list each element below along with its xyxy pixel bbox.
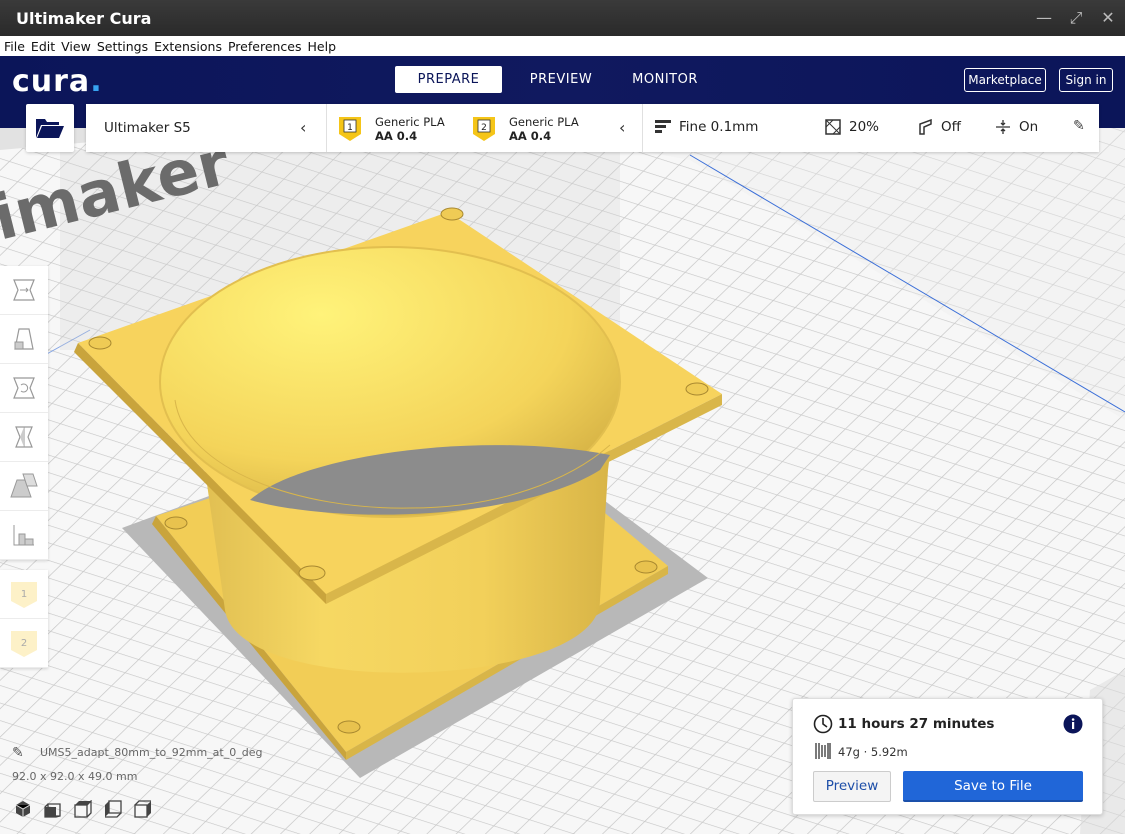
menu-help[interactable]: Help	[305, 39, 340, 54]
move-icon	[13, 279, 35, 301]
extruder-2-nozzle: AA 0.4	[509, 129, 552, 143]
move-tool[interactable]	[0, 266, 48, 315]
minimize-icon[interactable]: —	[1035, 9, 1053, 27]
sign-in-button[interactable]: Sign in	[1059, 68, 1113, 92]
extruder-1-material: Generic PLA	[375, 115, 445, 129]
edit-object-name-icon[interactable]: ✎	[12, 745, 24, 761]
menu-extensions[interactable]: Extensions	[151, 39, 225, 54]
scale-tool[interactable]	[0, 315, 48, 364]
machine-name: Ultimaker S5	[104, 120, 191, 136]
extruder-1-nozzle: AA 0.4	[375, 129, 418, 143]
menu-settings[interactable]: Settings	[94, 39, 151, 54]
camera-view-buttons	[14, 800, 152, 818]
chevron-left-icon: ‹	[300, 118, 307, 137]
infill-value: 20%	[849, 119, 880, 135]
object-dimensions: 92.0 x 92.0 x 49.0 mm	[12, 770, 138, 783]
rotate-tool[interactable]	[0, 364, 48, 413]
extruder-1-badge-icon: 1	[339, 117, 361, 141]
svg-text:1: 1	[21, 589, 27, 600]
support-blocker-tool[interactable]	[0, 511, 48, 560]
adhesion-value: On	[1019, 119, 1039, 135]
tab-prepare[interactable]: PREPARE	[395, 66, 502, 93]
extruder-toolbar: 1 2	[0, 570, 48, 668]
right-view-icon[interactable]	[134, 800, 152, 818]
clock-icon	[813, 714, 833, 734]
extruder-1-tool[interactable]: 1	[0, 570, 48, 619]
material-estimate: 47g · 5.92m	[838, 745, 908, 759]
left-view-icon[interactable]	[104, 800, 122, 818]
menu-view[interactable]: View	[58, 39, 94, 54]
profile-label: Fine 0.1mm	[679, 119, 759, 135]
window-title: Ultimaker Cura	[16, 8, 152, 28]
marketplace-button[interactable]: Marketplace	[964, 68, 1046, 92]
preview-button[interactable]: Preview	[813, 771, 891, 802]
folder-icon	[36, 119, 64, 138]
tab-monitor[interactable]: MONITOR	[620, 66, 710, 93]
info-icon[interactable]	[1063, 714, 1083, 734]
maximize-icon[interactable]: ⤢	[1067, 9, 1085, 27]
layer-height-icon	[655, 120, 671, 133]
menu-edit[interactable]: Edit	[28, 39, 58, 54]
open-file-button[interactable]	[26, 104, 74, 152]
mirror-tool[interactable]	[0, 413, 48, 462]
menu-file[interactable]: File	[0, 39, 28, 54]
object-name: UMS5_adapt_80mm_to_92mm_at_0_deg	[40, 746, 263, 759]
infill-setting: 20%	[825, 119, 879, 135]
infill-icon	[825, 119, 841, 135]
svg-text:2: 2	[481, 123, 487, 133]
profile-setting: Fine 0.1mm	[655, 119, 758, 135]
window-titlebar: Ultimaker Cura — ⤢ ✕	[0, 0, 1125, 36]
extruder-1-icon: 1	[11, 582, 37, 608]
support-setting: Off	[917, 119, 961, 135]
3d-view-icon[interactable]	[14, 800, 32, 818]
printer-settings-bar: Ultimaker S5 ‹ 1 Generic PLA AA 0.4 2 Ge…	[86, 104, 1099, 152]
print-settings-selector[interactable]: Fine 0.1mm 20% Off On ✎	[643, 104, 1099, 152]
chevron-left-icon: ‹	[619, 118, 626, 137]
rotate-icon	[13, 377, 35, 399]
mirror-icon	[15, 426, 33, 448]
transform-toolbar	[0, 266, 48, 560]
tab-preview[interactable]: PREVIEW	[502, 66, 620, 93]
save-to-file-button[interactable]: Save to File	[903, 771, 1083, 802]
print-info-panel: 11 hours 27 minutes 47g · 5.92m Preview …	[792, 698, 1103, 815]
print-time: 11 hours 27 minutes	[838, 716, 995, 732]
support-icon	[919, 119, 932, 135]
adhesion-icon	[996, 120, 1010, 134]
machine-selector[interactable]: Ultimaker S5 ‹	[86, 104, 327, 152]
close-icon[interactable]: ✕	[1099, 9, 1117, 27]
extruder-2-material: Generic PLA	[509, 115, 579, 129]
extruder-1: 1 Generic PLA AA 0.4	[339, 115, 445, 143]
extruder-2-icon: 2	[11, 631, 37, 657]
support-value: Off	[941, 119, 961, 135]
pencil-icon: ✎	[1073, 118, 1085, 134]
menu-preferences[interactable]: Preferences	[225, 39, 305, 54]
top-view-icon[interactable]	[74, 800, 92, 818]
adhesion-setting: On	[995, 119, 1038, 135]
menu-bar: File Edit View Settings Extensions Prefe…	[0, 36, 1125, 56]
support-blocker-icon	[13, 525, 34, 546]
svg-text:2: 2	[21, 638, 27, 649]
per-model-settings-icon	[10, 473, 38, 498]
svg-text:1: 1	[347, 123, 353, 133]
extruder-2-badge-icon: 2	[473, 117, 495, 141]
extruder-2-tool[interactable]: 2	[0, 619, 48, 668]
spool-icon	[815, 743, 831, 759]
cura-logo: cura.	[12, 64, 103, 99]
per-model-settings-tool[interactable]	[0, 462, 48, 511]
scale-icon	[14, 328, 34, 350]
extruder-configuration[interactable]: 1 Generic PLA AA 0.4 2 Generic PLA AA 0.…	[327, 104, 643, 152]
extruder-2: 2 Generic PLA AA 0.4	[473, 115, 579, 143]
front-view-icon[interactable]	[44, 800, 62, 818]
